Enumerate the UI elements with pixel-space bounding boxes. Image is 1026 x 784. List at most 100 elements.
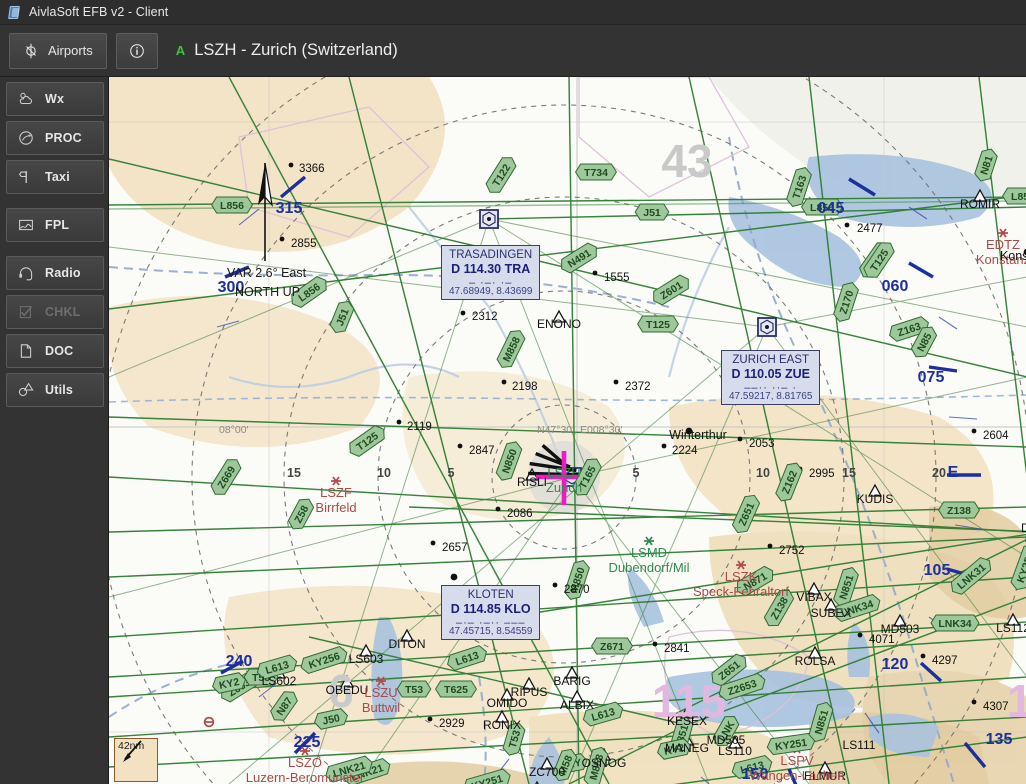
airway-marker-z138[interactable]: Z138 [938,501,980,519]
airway-marker-l856[interactable]: L856 [1002,187,1026,205]
orientation-label: NORTH UP [235,285,300,299]
waypoint-subex: SUBEX [811,606,852,620]
flightplan-icon [19,219,33,231]
info-circle-icon [129,43,144,58]
magnetic-bearing-105: 105 [924,562,951,579]
map-scale-indicator[interactable]: 42nm [114,738,158,782]
range-ring-label-15-5: 15 [842,466,856,480]
airway-label: L856 [1011,191,1026,203]
navaid-coords: 47.59217, 8.81765 [729,390,813,402]
waypoint-barig: BARIG [553,674,590,688]
variation-label: VAR 2.6° East [227,266,307,280]
waypoint-kudis: KUDIS [857,492,894,506]
spot-elevation-11: 2995 [809,468,835,480]
magnetic-bearing-075: 075 [918,369,945,386]
airway-label: Z138 [947,505,971,517]
navaid-name: ZURICH EAST [732,354,810,366]
airport-name-lszh: Zurich [546,480,582,495]
sidebar-item-proc[interactable]: PROC [6,121,104,155]
spot-elevation-0: 3366 [299,163,325,175]
sidebar-item-radio[interactable]: Radio [6,256,104,290]
airport-name-lszk: Speck-Fehraltorf [693,584,789,599]
navaid-name: KLOTEN [467,589,514,601]
airport-name-lsmd: Dubendorf/Mil [609,560,690,575]
checklist-icon [19,306,33,319]
airway-marker-t625[interactable]: T625 [435,680,477,698]
airway-label: LNK34 [938,618,971,630]
waypoint-deges: DEGES [1021,521,1026,535]
spot-elevation-2: 1555 [604,272,630,284]
waypoint-omido: OMIDO [487,696,528,710]
waypoint-rolsa: ROLSA [795,654,836,668]
range-ring-label-10-4: 10 [756,466,770,480]
airway-marker-t125[interactable]: T125 [637,315,679,333]
airway-label: Z671 [600,641,624,653]
waypoint-albix: ALBIX [560,698,594,712]
spot-elevation-4: 2372 [625,381,651,393]
spot-elevation-19: 2841 [664,643,690,655]
waypoint-ls112: LS112 [996,621,1026,635]
navaid-box-zurich-east[interactable]: ZURICH EAST D 110.05 ZUE ––·· ··– · 47.5… [721,350,821,406]
navaid-box-trasadingen[interactable]: TRASADINGEN D 114.30 TRA – ·–· ·– 47.689… [441,245,541,301]
navaid-freq: D 114.30 TRA [451,262,531,277]
waypoint-obedu: OBEDU [326,683,369,697]
airway-marker-lnk34[interactable]: LNK34 [930,614,980,632]
sidebar-item-chkl[interactable]: CHKL [6,295,104,329]
scale-arrow-icon [123,740,142,762]
magnetic-bearing-240: 240 [226,653,253,670]
document-icon [20,344,32,358]
procedure-icon [19,131,33,145]
sidebar-item-fpl-label: FPL [45,218,70,232]
magnetic-bearing-E: E [948,464,959,481]
magnetic-bearing-315: 315 [276,200,303,217]
navaid-freq: D 114.85 KLO [450,602,531,617]
window-title: AivlaSoft EFB v2 - Client [29,5,169,19]
airport-name-lspv: Wangen-Lachen [750,768,845,783]
spot-elevation-16: 4071 [869,634,895,646]
magnetic-bearing-060: 060 [882,278,909,295]
app-icon [7,5,22,20]
airway-marker-z671[interactable]: Z671 [591,637,633,655]
sidebar-item-wx[interactable]: Wx [6,82,104,116]
sector-number-1: 115 [1007,675,1026,727]
airway-label: J51 [643,207,661,219]
info-button[interactable] [115,32,158,69]
airports-button[interactable]: Airports [9,32,107,69]
sidebar-item-radio-label: Radio [45,266,81,280]
airport-compass-icon [26,43,36,58]
navaid-morse: –·– ·–·· ––– [455,616,526,626]
airway-marker-l856[interactable]: L856 [211,196,253,214]
spot-elevation-5: 2198 [512,381,538,393]
navaid-box-kloten[interactable]: KLOTEN D 114.85 KLO –·– ·–·· ––– 47.4571… [441,585,541,641]
waypoint-maneg: MANEG [665,741,709,755]
airway-marker-j51[interactable]: J51 [634,203,670,221]
range-ring-label-10-1: 10 [377,466,391,480]
moving-map[interactable]: 4386S5 115115 T122T734T163N81T128L856L85… [108,77,1026,784]
range-ring-label-20-6: 20 [932,466,946,480]
sidebar-item-fpl[interactable]: FPL [6,208,104,242]
navaid-freq: D 110.05 ZUE [731,367,810,382]
spot-elevation-17: 4297 [932,655,958,667]
airports-button-label: Airports [48,43,93,58]
airway-label: T734 [584,167,608,179]
window-titlebar: AivlaSoft EFB v2 - Client [0,0,1026,25]
airway-marker-t53[interactable]: T53 [396,680,432,698]
airport-icao-lszu: LSZU [364,685,397,700]
sidebar-item-doc[interactable]: DOC [6,334,104,368]
sidebar-item-utils[interactable]: Utils [6,373,104,407]
navaid-coords: 47.45715, 8.54559 [449,625,533,637]
airway-marker-t734[interactable]: T734 [575,163,617,181]
navaid-morse: ––·· ··– · [744,381,798,391]
navaid-morse: – ·–· ·– [468,276,513,286]
magnetic-bearing-120: 120 [882,656,909,673]
waypoint-kesex: KESEX [667,714,707,728]
waypoint-vibax: VIBAX [796,590,831,604]
navaid-coords: 47.68949, 8.43699 [449,285,533,297]
spot-elevation-22: 2855 [291,238,317,250]
waypoint-ls111: LS111 [843,738,876,752]
sidebar-item-taxi[interactable]: Taxi [6,160,104,194]
airport-identifier: A LSZH - Zurich (Switzerland) [176,41,398,60]
waypoint-diton: DITON [388,637,425,651]
airway-label: T125 [646,319,670,331]
airport-icao-lszk: LSZK [725,569,758,584]
